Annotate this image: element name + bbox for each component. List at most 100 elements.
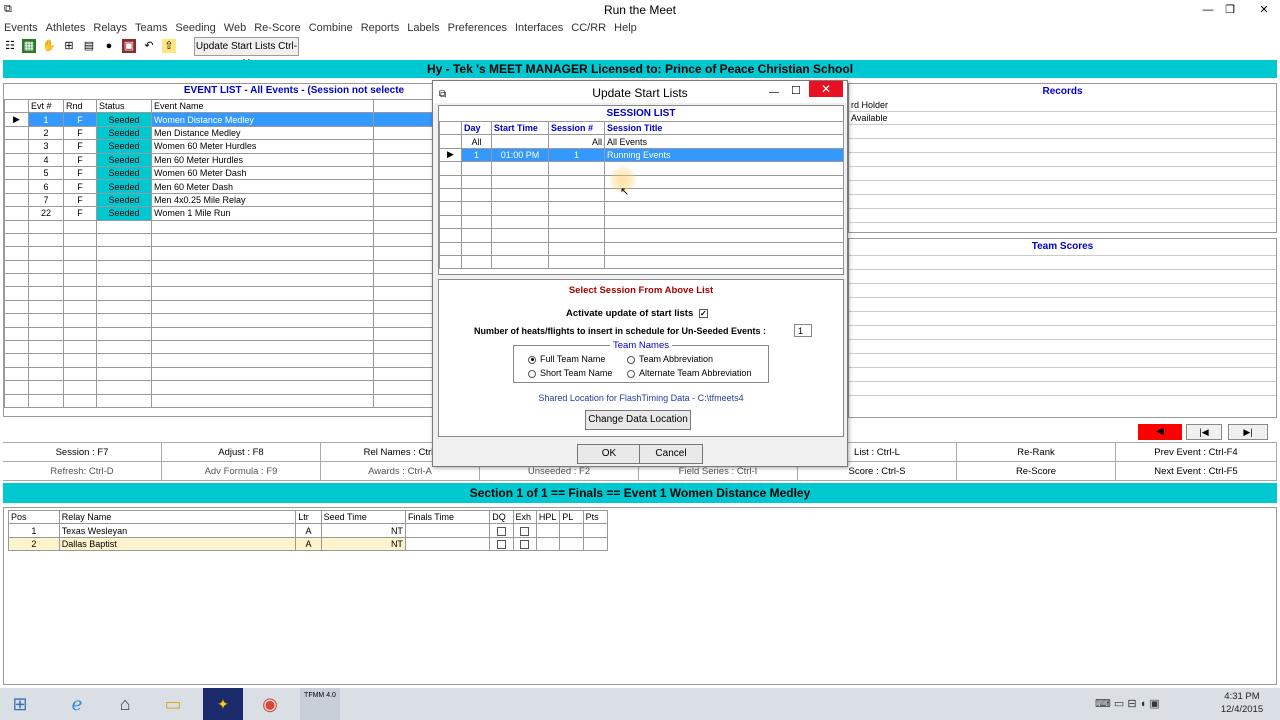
hytek-app-icon[interactable]: ✦	[203, 688, 243, 720]
menu-seeding[interactable]: Seeding	[171, 20, 219, 36]
section-bar: Section 1 of 1 == Finals == Event 1 Wome…	[3, 483, 1277, 503]
dq-checkbox[interactable]	[496, 540, 506, 550]
folder-icon[interactable]: ⇧	[162, 39, 176, 53]
ok-button[interactable]: OK	[577, 444, 641, 464]
clock-time[interactable]: 4:31 PM	[1218, 691, 1266, 702]
dialog-title-bar: ⧉ Update Start Lists — ☐ ✕	[433, 81, 847, 103]
chrome-icon[interactable]: ◉	[250, 688, 290, 720]
update-start-lists-button[interactable]: Update Start Lists Ctrl-U	[194, 37, 299, 69]
tray-icons[interactable]: ⌨ ▭ ⊟ ◖ ▣	[1095, 697, 1160, 710]
table-row[interactable]: 6 F Seeded Men 60 Meter Dash	[4, 179, 433, 194]
menu-combine[interactable]: Combine	[305, 20, 357, 36]
menu-athletes[interactable]: Athletes	[42, 20, 90, 36]
close-button[interactable]: ✕	[1250, 0, 1278, 20]
title-bar: ⧉ Run the Meet — ❐ ✕	[0, 0, 1280, 20]
session-row-all[interactable]: All All All Events	[439, 134, 844, 149]
prev-event-nav-button[interactable]: |◀	[1186, 424, 1222, 440]
adjust-key[interactable]: Adjust : F8	[162, 443, 321, 462]
exh-checkbox[interactable]	[520, 526, 530, 536]
next-event-nav-button[interactable]: ▶|	[1228, 424, 1268, 440]
next-event-key[interactable]: Next Event : Ctrl-F5	[1116, 462, 1277, 481]
re-score-key[interactable]: Re-Score	[957, 462, 1116, 481]
menu-cc-rr[interactable]: CC/RR	[567, 20, 610, 36]
short-team-name-radio[interactable]	[528, 369, 536, 378]
activate-checkbox[interactable]: ✓	[698, 308, 708, 318]
medal-icon[interactable]: ●	[102, 39, 116, 53]
full-team-name-radio[interactable]	[528, 355, 536, 364]
table-row[interactable]: 1 Texas Wesleyan A NT	[8, 523, 609, 538]
license-bar: Hy - Tek 's MEET MANAGER Licensed to: Pr…	[3, 60, 1277, 78]
session-list-panel: SESSION LIST Day Start Time Session # Se…	[438, 105, 844, 275]
menu-teams[interactable]: Teams	[131, 20, 171, 36]
toolbar: ☷ ▦ ✋ ⊞ ▤ ● ▣ ↶ ⇧	[0, 36, 1280, 58]
options-panel: Select Session From Above List Activate …	[438, 279, 844, 437]
shared-location-label: Shared Location for FlashTiming Data - C…	[538, 393, 744, 403]
menu-preferences[interactable]: Preferences	[444, 20, 511, 36]
dialog-minimize-button[interactable]: —	[769, 81, 779, 105]
menu-labels[interactable]: Labels	[403, 20, 443, 36]
clock-date[interactable]: 12/4/2015	[1218, 704, 1266, 715]
first-event-button[interactable]: ◀	[1138, 424, 1182, 440]
menu-events[interactable]: Events	[0, 20, 42, 36]
team-icon[interactable]: ▤	[82, 39, 96, 53]
col-event-name: Event Name	[151, 98, 374, 114]
menu-help[interactable]: Help	[610, 20, 641, 36]
relay-pane: Pos Relay Name Ltr Seed Time Finals Time…	[3, 507, 1277, 685]
dialog-maximize-button[interactable]: ☐	[791, 79, 801, 103]
maximize-button[interactable]: ❐	[1216, 0, 1244, 20]
dialog-close-button[interactable]: ✕	[809, 81, 843, 97]
windows-start-icon[interactable]: ⊞	[0, 688, 40, 720]
adv-formula-key[interactable]: Adv Formula : F9	[162, 462, 321, 481]
table-row[interactable]: 22 F Seeded Women 1 Mile Run	[4, 206, 433, 221]
refresh-key[interactable]: Refresh: Ctrl-D	[3, 462, 162, 481]
menu-reports[interactable]: Reports	[357, 20, 404, 36]
team-abbreviation-radio[interactable]	[627, 355, 635, 364]
col-rnd: Rnd	[63, 98, 97, 114]
menu-relays[interactable]: Relays	[89, 20, 131, 36]
relay-table: Pos Relay Name Ltr Seed Time Finals Time…	[8, 509, 609, 552]
records-title: Records	[1042, 86, 1083, 97]
handshake-icon[interactable]: ✋	[42, 39, 56, 53]
taskbar: ⊞ ℯ ⌂ ▭ ✦ ◉ TFMM 4.0 ⌨ ▭ ⊟ ◖ ▣ 4:31 PM 1…	[0, 688, 1280, 720]
row-pointer-icon: ▶	[4, 112, 29, 127]
event-list-title: EVENT LIST - All Events - (Session not s…	[183, 85, 405, 96]
prev-event-key[interactable]: Prev Event : Ctrl-F4	[1116, 443, 1277, 462]
change-data-location-button[interactable]: Change Data Location	[585, 410, 691, 430]
finals-time-input[interactable]	[404, 523, 491, 538]
session-list-title: SESSION LIST	[606, 108, 676, 119]
spreadsheet-icon[interactable]: ▦	[22, 39, 36, 53]
heats-input[interactable]: 1	[794, 324, 812, 337]
grid-icon[interactable]: ☷	[3, 39, 17, 53]
session-row[interactable]: ▶ 1 01:00 PM 1 Running Events	[439, 147, 844, 163]
table-row[interactable]: 5 F Seeded Women 60 Meter Dash	[4, 165, 433, 181]
dq-checkbox[interactable]	[496, 526, 506, 536]
tfmm-app-icon[interactable]: TFMM 4.0	[300, 688, 340, 720]
activate-label: Activate update of start lists	[566, 308, 694, 319]
alternate-team-abbreviation-radio[interactable]	[627, 369, 635, 378]
heats-label: Number of heats/flights to insert in sch…	[474, 326, 767, 336]
table-row[interactable]: 2 Dallas Baptist A NT	[8, 536, 609, 552]
menu-re-score[interactable]: Re-Score	[250, 20, 304, 36]
event-list-pane: EVENT LIST - All Events - (Session not s…	[3, 83, 433, 417]
dialog-title: Update Start Lists	[592, 86, 688, 100]
internet-explorer-icon[interactable]: ℯ	[57, 688, 97, 720]
file-explorer-icon[interactable]: ▭	[153, 688, 193, 720]
report-icon[interactable]: ▣	[122, 39, 136, 53]
session-key[interactable]: Session : F7	[3, 443, 162, 462]
table-row[interactable]: 3 F Seeded Women 60 Meter Hurdles	[4, 139, 433, 154]
table-row[interactable]: 2 F Seeded Men Distance Medley	[4, 125, 433, 141]
table-row[interactable]: ▶ 1 F Seeded Women Distance Medley	[4, 112, 433, 127]
relay-icon[interactable]: ⊞	[62, 39, 76, 53]
menu-interfaces[interactable]: Interfaces	[511, 20, 567, 36]
re-rank-key[interactable]: Re-Rank	[957, 443, 1116, 462]
table-row[interactable]: 7 F Seeded Men 4x0.25 Mile Relay	[4, 192, 433, 208]
team-scores-pane: Team Scores	[848, 238, 1277, 418]
team-names-title: Team Names	[610, 340, 672, 351]
finals-time-input[interactable]	[404, 536, 491, 552]
exh-checkbox[interactable]	[520, 540, 530, 550]
table-row[interactable]: 4 F Seeded Men 60 Meter Hurdles	[4, 152, 433, 167]
undo-icon[interactable]: ↶	[142, 39, 156, 53]
menu-web[interactable]: Web	[220, 20, 250, 36]
home-icon[interactable]: ⌂	[105, 688, 145, 720]
cancel-button[interactable]: Cancel	[639, 444, 703, 464]
